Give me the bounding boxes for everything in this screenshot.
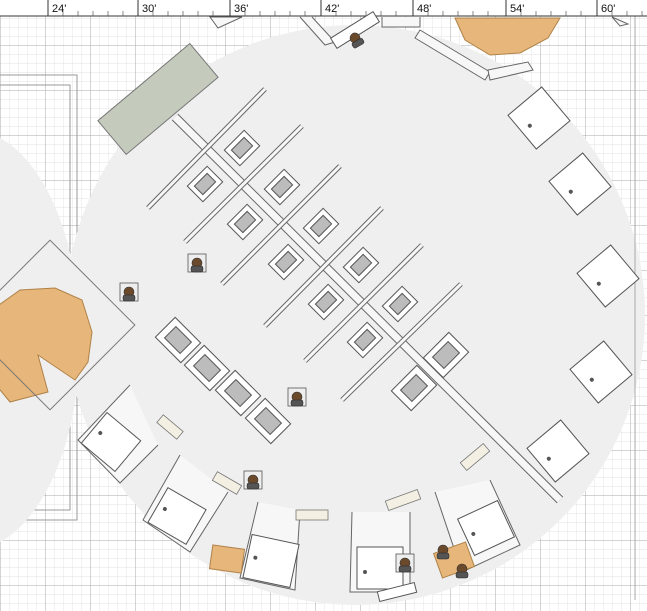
ruler-tick-label: 36' bbox=[234, 3, 248, 15]
ruler-tick-label: 42' bbox=[325, 3, 339, 15]
ruler-tick-label: 48' bbox=[417, 3, 431, 15]
floor-plan-canvas[interactable]: 24' 30' 36' 42' 48' 54' 60' bbox=[0, 0, 647, 611]
top-ruler: 24' 30' 36' 42' 48' 54' 60' bbox=[0, 0, 647, 17]
ruler-tick-label: 24' bbox=[52, 3, 66, 15]
ruler-tick-label: 54' bbox=[510, 3, 524, 15]
ruler-tick-label: 60' bbox=[601, 3, 615, 15]
ruler-tick-label: 30' bbox=[142, 3, 156, 15]
